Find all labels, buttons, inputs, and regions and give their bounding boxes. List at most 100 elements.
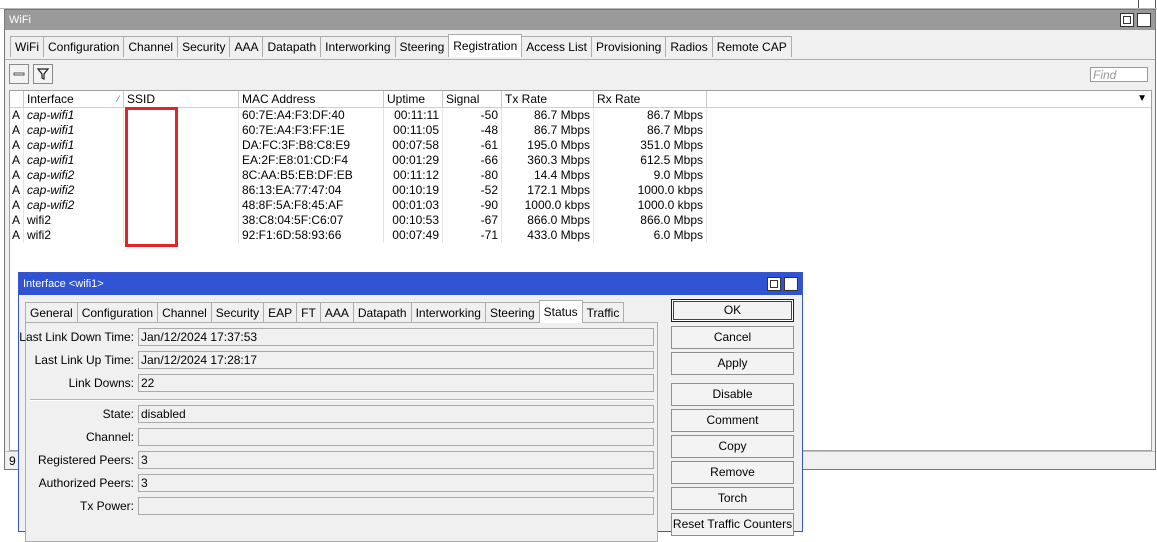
tab-datapath[interactable]: Datapath — [352, 302, 412, 323]
reset-traffic-counters-button[interactable]: Reset Traffic Counters — [671, 513, 794, 536]
row-rx-rate: 866.0 Mbps — [594, 213, 707, 228]
tab-security[interactable]: Security — [177, 36, 231, 57]
cancel-button[interactable]: Cancel — [671, 326, 794, 349]
row-uptime: 00:07:58 — [384, 138, 443, 153]
table-row[interactable]: Acap-wifi1 EA:2F:E8:01:CD:F4 00:01:29 -66 36… — [10, 153, 707, 168]
filter-button[interactable] — [33, 64, 53, 84]
row-signal: -71 — [443, 228, 502, 243]
field-channel: Channel: — [26, 427, 659, 447]
table-row[interactable]: Acap-wifi2 48:8F:5A:F8:45:AF 00:01:03 -90 10… — [10, 198, 707, 213]
table-row[interactable]: Acap-wifi2 86:13:EA:77:47:04 00:10:19 -52 17… — [10, 183, 707, 198]
table-row[interactable]: Acap-wifi1 60:7E:A4:F3:FF:1E 00:11:05 -48 86… — [10, 123, 707, 138]
field-label: Authorized Peers: — [38, 476, 134, 490]
row-flag: A — [10, 198, 24, 213]
find-input[interactable]: Find — [1090, 67, 1148, 82]
disable-button[interactable]: Disable — [671, 383, 794, 406]
field-label: Last Link Up Time: — [34, 353, 134, 367]
column-header-tx-rate[interactable]: Tx Rate — [502, 91, 594, 107]
background-window-edge — [0, 0, 1157, 9]
ok-button[interactable]: OK — [671, 299, 794, 322]
copy-button[interactable]: Copy — [671, 435, 794, 458]
table-row[interactable]: Awifi2 92:F1:6D:58:93:66 00:07:49 -71 433.0 … — [10, 228, 707, 243]
tab-datapath[interactable]: Datapath — [262, 36, 322, 57]
field-label: Link Downs: — [68, 376, 134, 390]
row-rx-rate: 6.0 Mbps — [594, 228, 707, 243]
tab-registration[interactable]: Registration — [448, 34, 523, 57]
tab-interworking[interactable]: Interworking — [410, 302, 486, 323]
table-row[interactable]: Acap-wifi2 8C:AA:B5:EB:DF:EB 00:11:12 -80 14… — [10, 168, 707, 183]
row-tx-rate: 172.1 Mbps — [502, 183, 594, 198]
tab-traffic[interactable]: Traffic — [581, 302, 625, 323]
row-signal: -80 — [443, 168, 502, 183]
row-flag: A — [10, 108, 24, 123]
table-row[interactable]: Acap-wifi1 DA:FC:3F:B8:C8:E9 00:07:58 -61 19… — [10, 138, 707, 153]
tab-steering[interactable]: Steering — [484, 302, 540, 323]
comment-button[interactable]: Comment — [671, 409, 794, 432]
field-link-downs: Link Downs: 22 — [26, 373, 659, 393]
column-header-rx-rate[interactable]: Rx Rate — [594, 91, 707, 107]
row-rx-rate: 351.0 Mbps — [594, 138, 707, 153]
tab-ft[interactable]: FT — [296, 302, 321, 323]
tab-radios[interactable]: Radios — [665, 36, 713, 57]
filter-icon — [37, 68, 49, 80]
tab-channel[interactable]: Channel — [123, 36, 179, 57]
remove-button[interactable] — [9, 64, 29, 84]
tab-aaa[interactable]: AAA — [319, 302, 354, 323]
remove-button[interactable]: Remove — [671, 461, 794, 484]
column-header-flag[interactable] — [10, 91, 24, 107]
maximize-icon[interactable] — [767, 277, 781, 291]
row-uptime: 00:11:05 — [384, 123, 443, 138]
row-flag: A — [10, 183, 24, 198]
column-header-uptime[interactable]: Uptime — [384, 91, 443, 107]
tab-eap[interactable]: EAP — [263, 302, 298, 323]
row-tx-rate: 14.4 Mbps — [502, 168, 594, 183]
table-row[interactable]: Acap-wifi1 60:7E:A4:F3:DF:40 00:11:11 -50 86… — [10, 108, 707, 123]
tab-channel[interactable]: Channel — [157, 302, 212, 323]
column-header-label: Interface — [27, 92, 74, 106]
column-header-interface[interactable]: Interface ⁄ — [24, 91, 124, 107]
maximize-icon[interactable] — [1120, 13, 1134, 27]
close-icon[interactable]: ✕ — [784, 277, 798, 291]
wifi-window-titlebar[interactable]: WiFi ✕ — [5, 10, 1155, 30]
table-body: Acap-wifi1 60:7E:A4:F3:DF:40 00:11:11 -50 86… — [10, 108, 707, 243]
row-uptime: 00:11:12 — [384, 168, 443, 183]
tab-security[interactable]: Security — [210, 302, 265, 323]
sort-indicator-icon: ⁄ — [117, 94, 119, 104]
row-signal: -52 — [443, 183, 502, 198]
close-icon[interactable]: ✕ — [1137, 13, 1151, 27]
tab-status[interactable]: Status — [538, 300, 583, 323]
apply-button[interactable]: Apply — [671, 352, 794, 375]
row-interface: cap-wifi1 — [24, 123, 124, 138]
column-header-signal[interactable]: Signal — [443, 91, 502, 107]
field-last-link-down-time: Last Link Down Time: Jan/12/2024 17:37:5… — [19, 327, 659, 347]
column-header-ssid[interactable]: SSID — [124, 91, 239, 107]
tab-wifi[interactable]: WiFi — [10, 36, 44, 57]
table-row[interactable]: Awifi2 38:C8:04:5F:C6:07 00:10:53 -67 866.0 … — [10, 213, 707, 228]
row-interface: cap-wifi2 — [24, 198, 124, 213]
row-flag: A — [10, 138, 24, 153]
row-mac-address: EA:2F:E8:01:CD:F4 — [239, 153, 384, 168]
tab-general[interactable]: General — [25, 302, 78, 323]
field-label: State: — [102, 407, 134, 421]
torch-button[interactable]: Torch — [671, 487, 794, 510]
tab-configuration[interactable]: Configuration — [76, 302, 159, 323]
column-header-mac-address[interactable]: MAC Address — [239, 91, 384, 107]
tab-provisioning[interactable]: Provisioning — [590, 36, 667, 57]
row-rx-rate: 1000.0 kbps — [594, 198, 707, 213]
tx-power-value — [138, 497, 654, 515]
field-label: Tx Power: — [79, 499, 134, 513]
tab-aaa[interactable]: AAA — [229, 36, 264, 57]
tab-configuration[interactable]: Configuration — [43, 36, 125, 57]
tab-access-list[interactable]: Access List — [521, 36, 592, 57]
field-label: Channel: — [85, 430, 134, 444]
tab-interworking[interactable]: Interworking — [320, 36, 396, 57]
row-uptime: 00:10:53 — [384, 213, 443, 228]
row-tx-rate: 360.3 Mbps — [502, 153, 594, 168]
row-rx-rate: 86.7 Mbps — [594, 123, 707, 138]
row-uptime: 00:11:11 — [384, 108, 443, 123]
interface-dialog-titlebar[interactable]: Interface <wifi1> ✕ — [19, 273, 802, 295]
tab-remote-cap[interactable]: Remote CAP — [711, 36, 792, 57]
authorized-peers-value: 3 — [138, 474, 654, 492]
column-chooser[interactable]: ▼ — [707, 91, 1151, 107]
tab-steering[interactable]: Steering — [394, 36, 450, 57]
